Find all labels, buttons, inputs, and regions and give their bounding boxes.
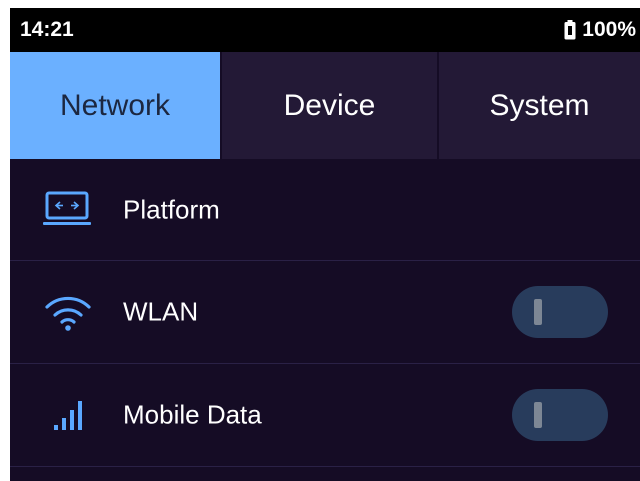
- tab-device[interactable]: Device: [220, 52, 437, 159]
- battery-percent: 100%: [582, 18, 636, 41]
- list-item-label: Platform: [123, 194, 220, 224]
- status-battery: 100%: [564, 18, 636, 42]
- signal-bars-icon: [40, 395, 96, 435]
- tab-bar: Network Device System: [10, 52, 640, 159]
- status-time: 14:21: [20, 18, 74, 41]
- toggle-knob: [534, 402, 542, 428]
- toggle-knob: [534, 299, 542, 325]
- wifi-icon: [40, 292, 96, 332]
- device-screen: 14:21 100% Network Device System Platfor…: [10, 8, 640, 481]
- list-item-wlan[interactable]: WLAN: [10, 261, 640, 364]
- platform-laptop-icon: [40, 190, 96, 230]
- list-item-platform[interactable]: Platform: [10, 159, 640, 261]
- list-item-label: WLAN: [123, 296, 199, 327]
- status-bar: 14:21 100%: [10, 8, 640, 52]
- list-item-mobile-data[interactable]: Mobile Data: [10, 364, 640, 467]
- mobile-data-toggle[interactable]: [512, 389, 608, 441]
- list-item-label: Mobile Data: [123, 399, 262, 430]
- battery-full-icon: [564, 20, 576, 40]
- wlan-toggle[interactable]: [512, 286, 608, 338]
- network-settings-list: Platform WLAN Mobile Data: [10, 159, 640, 467]
- tab-system[interactable]: System: [437, 52, 640, 159]
- tab-network[interactable]: Network: [10, 52, 220, 159]
